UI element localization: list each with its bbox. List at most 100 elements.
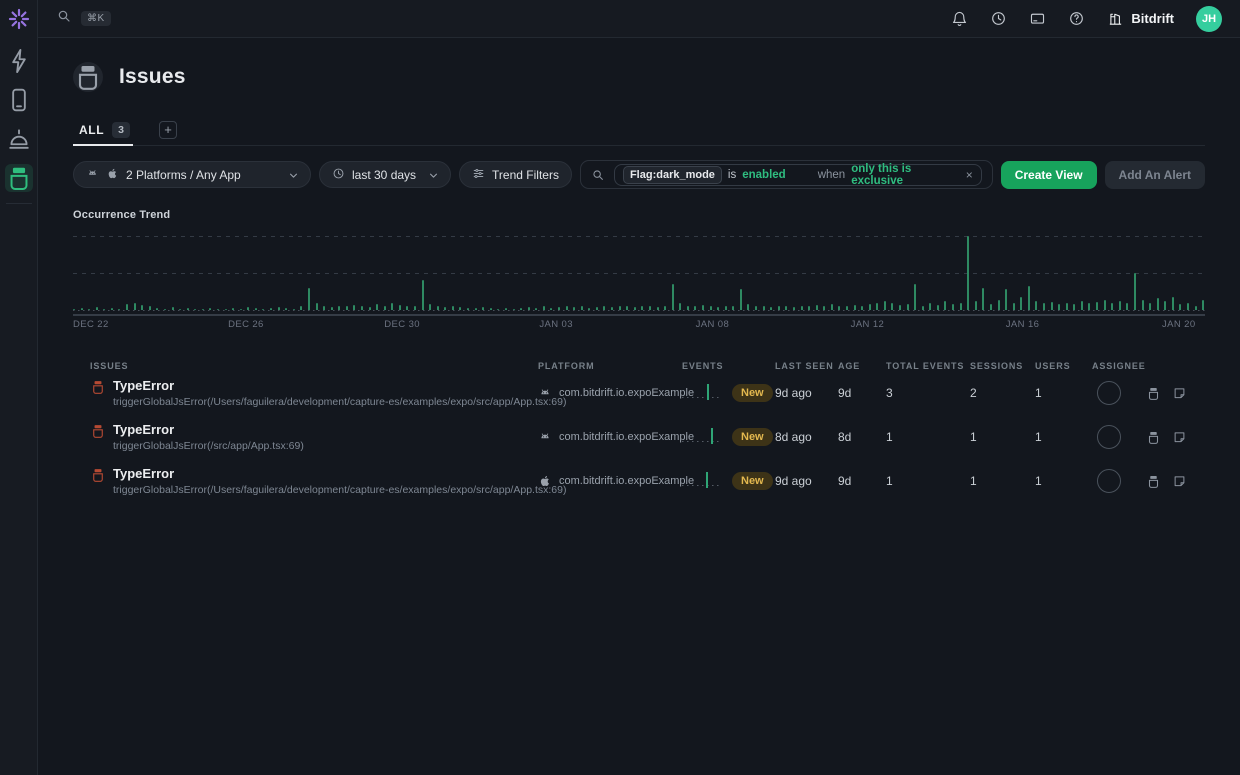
assignee-circle[interactable] — [1097, 469, 1121, 493]
table-row[interactable]: TypeError triggerGlobalJsError(/Users/fa… — [73, 371, 1205, 415]
assignee-circle[interactable] — [1097, 425, 1121, 449]
total-events-value: 1 — [886, 430, 970, 444]
sliders-icon — [472, 167, 485, 183]
users-value: 1 — [1035, 386, 1092, 400]
remove-filter-icon[interactable]: × — [966, 168, 973, 182]
events-sparkline — [682, 472, 722, 490]
note-icon[interactable] — [1172, 474, 1187, 489]
platform-app: com.bitdrift.io.expoExample — [559, 387, 694, 399]
x-axis-label: JAN 16 — [1006, 319, 1040, 330]
new-badge: New — [732, 428, 773, 446]
sidebar — [0, 0, 38, 775]
table-row[interactable]: TypeError triggerGlobalJsError(/Users/fa… — [73, 459, 1205, 503]
history-clock-icon[interactable] — [990, 10, 1007, 27]
x-axis-label: DEC 26 — [228, 319, 264, 330]
x-axis-label: DEC 30 — [384, 319, 420, 330]
chart-plot[interactable] — [73, 229, 1205, 311]
issue-search-input[interactable]: Flag:dark_mode is enabled when only this… — [580, 160, 993, 189]
clock-icon — [332, 167, 345, 183]
alarm-bell-icon — [5, 125, 33, 153]
sidebar-item-alerts[interactable] — [5, 125, 33, 153]
sessions-value: 2 — [970, 386, 1035, 400]
archive-jar-icon[interactable] — [1146, 474, 1161, 489]
age-value: 9d — [838, 474, 886, 488]
topbar: ⌘K Bitdrift JH — [38, 0, 1240, 38]
user-avatar[interactable]: JH — [1196, 6, 1222, 32]
trend-filters-label: Trend Filters — [492, 168, 559, 182]
add-alert-button[interactable]: Add An Alert — [1105, 161, 1205, 189]
x-axis-line — [73, 314, 1205, 316]
issue-title[interactable]: TypeError — [113, 378, 538, 393]
col-events: Events — [682, 361, 775, 371]
last-seen-value: 8d ago — [775, 430, 838, 444]
archive-jar-icon[interactable] — [1146, 430, 1161, 445]
table-row[interactable]: TypeError triggerGlobalJsError(/src/app/… — [73, 415, 1205, 459]
x-axis-labels: DEC 22DEC 26DEC 30JAN 03JAN 08JAN 12JAN … — [73, 319, 1205, 335]
query-when-label: when — [818, 169, 846, 181]
chart-baseline — [73, 310, 1205, 311]
jar-icon — [73, 62, 103, 92]
sidebar-item-issues[interactable] — [5, 164, 33, 192]
chevron-down-icon — [427, 169, 438, 180]
trend-filters-button[interactable]: Trend Filters — [459, 161, 572, 188]
chart-title: Occurrence Trend — [73, 209, 1205, 221]
platform-filter[interactable]: 2 Platforms / Any App — [73, 161, 311, 188]
search-shortcut-badge: ⌘K — [81, 11, 111, 26]
tab-all-count: 3 — [112, 122, 130, 138]
new-badge: New — [732, 384, 773, 402]
apple-icon — [106, 167, 119, 183]
sidebar-item-devices[interactable] — [5, 86, 33, 114]
archive-jar-icon[interactable] — [1146, 386, 1161, 401]
events-sparkline — [682, 428, 722, 446]
date-range-filter[interactable]: last 30 days — [319, 161, 451, 188]
notifications-bell-icon[interactable] — [951, 10, 968, 27]
sidebar-item-spark[interactable] — [5, 47, 33, 75]
total-events-value: 1 — [886, 474, 970, 488]
org-switcher[interactable]: Bitdrift — [1107, 10, 1174, 27]
search-icon — [591, 168, 605, 182]
note-icon[interactable] — [1172, 430, 1187, 445]
issues-table: TypeError triggerGlobalJsError(/Users/fa… — [73, 371, 1205, 503]
issue-title[interactable]: TypeError — [113, 422, 304, 437]
main-content: Issues ALL 3 + 2 Platforms / Any App las… — [38, 38, 1240, 775]
query-field: Flag:dark_mode — [623, 166, 722, 184]
phone-icon — [5, 86, 33, 114]
last-seen-value: 9d ago — [775, 474, 838, 488]
age-value: 8d — [838, 430, 886, 444]
issue-jar-icon — [90, 379, 106, 395]
note-icon[interactable] — [1172, 386, 1187, 401]
total-events-value: 3 — [886, 386, 970, 400]
bitdrift-logo-icon[interactable] — [7, 7, 31, 31]
occurrence-trend-chart: Occurrence Trend DEC 22DEC 26DEC 30JAN 0… — [73, 209, 1205, 335]
sessions-value: 1 — [970, 474, 1035, 488]
apple-icon — [538, 474, 552, 488]
tab-bar: ALL 3 + — [73, 114, 1205, 146]
chart-bars — [73, 236, 1205, 310]
global-search[interactable]: ⌘K — [56, 8, 111, 29]
issue-jar-icon — [90, 423, 106, 439]
create-view-button[interactable]: Create View — [1001, 161, 1097, 189]
page-title: Issues — [119, 65, 186, 89]
sessions-value: 1 — [970, 430, 1035, 444]
issue-title[interactable]: TypeError — [113, 466, 538, 481]
query-chip[interactable]: Flag:dark_mode is enabled when only this… — [614, 164, 982, 186]
assignee-circle[interactable] — [1097, 381, 1121, 405]
x-axis-label: JAN 08 — [696, 319, 730, 330]
brand-label: Bitdrift — [1131, 11, 1174, 26]
changelog-card-icon[interactable] — [1029, 10, 1046, 27]
users-value: 1 — [1035, 474, 1092, 488]
issues-jar-icon — [5, 164, 33, 192]
col-actions — [1140, 361, 1205, 371]
android-icon — [538, 386, 552, 400]
add-tab-button[interactable]: + — [159, 121, 177, 139]
tab-all-label: ALL — [79, 123, 104, 137]
android-icon — [86, 167, 99, 183]
new-badge: New — [732, 472, 773, 490]
col-platform: Platform — [538, 361, 682, 371]
help-icon[interactable] — [1068, 10, 1085, 27]
building-icon — [1107, 10, 1124, 27]
tab-all[interactable]: ALL 3 — [73, 114, 133, 145]
android-icon — [538, 430, 552, 444]
lightning-icon — [5, 47, 33, 75]
page-icon-circle — [73, 62, 103, 92]
